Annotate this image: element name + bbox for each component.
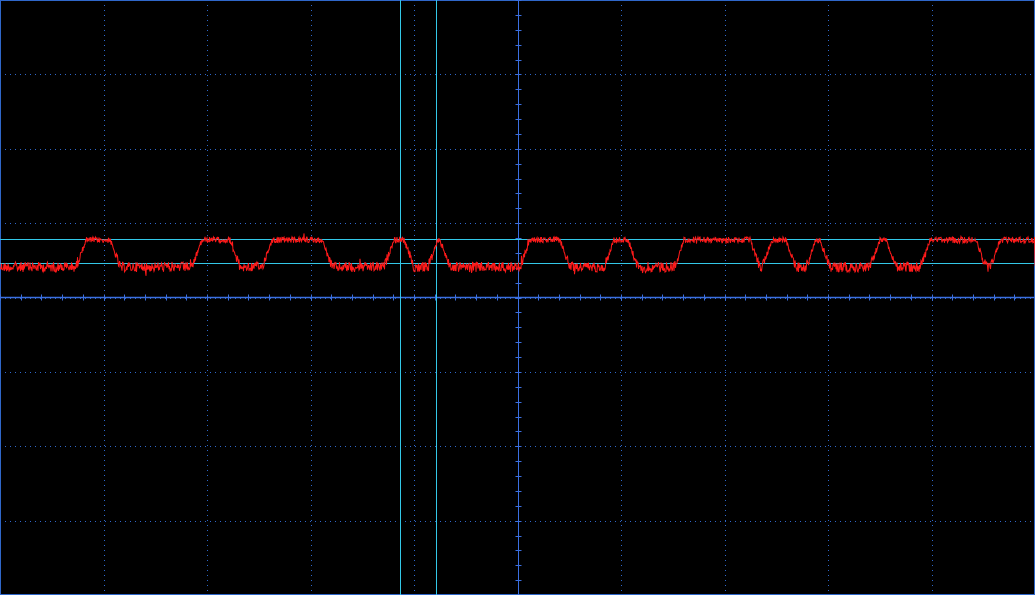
waveform-display [0,0,1035,595]
oscilloscope-screen [0,0,1035,595]
center-axes [0,0,1035,595]
